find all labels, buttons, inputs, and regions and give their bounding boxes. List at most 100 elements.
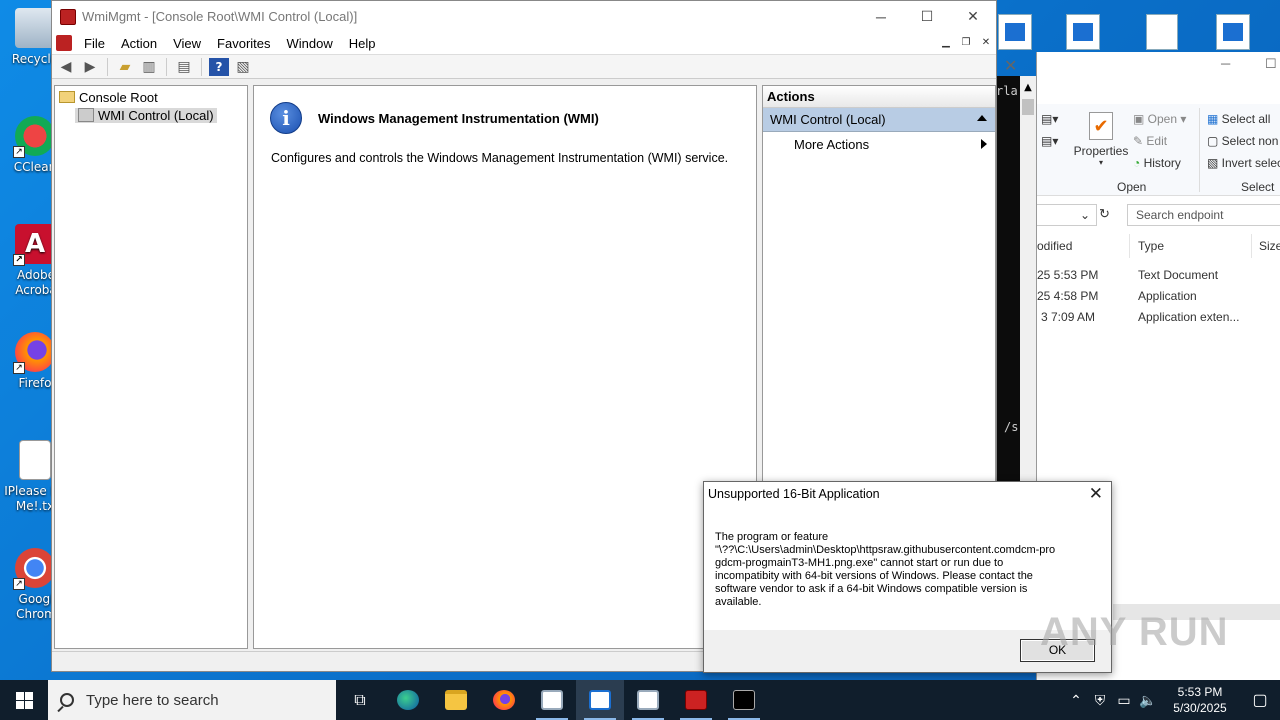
invert-selection-button[interactable]: ▧ Invert selec: [1207, 156, 1280, 170]
file-type: Text Document: [1138, 268, 1219, 282]
text-file-icon: [19, 440, 51, 480]
blank-document-icon[interactable]: [1146, 14, 1178, 50]
export-list-icon[interactable]: ▤: [174, 58, 194, 76]
mmc-system-menu-icon[interactable]: [56, 35, 72, 51]
taskbar-window-app[interactable]: [624, 680, 672, 720]
mmc-app-icon: [685, 690, 707, 710]
close-icon[interactable]: ✕: [1089, 484, 1103, 504]
file-date: 25 4:58 PM: [1037, 289, 1099, 303]
select-all-icon: ▦: [1207, 112, 1222, 126]
firefox-icon: ↗: [13, 332, 55, 374]
show-action-pane-icon[interactable]: ▧: [233, 58, 253, 76]
network-icon[interactable]: ▭: [1112, 692, 1136, 709]
tree-node-console-root[interactable]: Console Root: [55, 88, 247, 106]
column-header-type[interactable]: Type: [1138, 239, 1164, 253]
column-header-size[interactable]: Size: [1259, 239, 1280, 253]
menu-window[interactable]: Window: [279, 36, 341, 51]
scroll-up-icon: ▲: [1024, 82, 1032, 93]
task-view-button[interactable]: ⧉: [336, 680, 384, 720]
notification-icon[interactable]: ▢: [1240, 690, 1280, 710]
minimize-icon[interactable]: ─: [1221, 56, 1230, 71]
file-row[interactable]: 3 7:09 AM Application exten...: [1037, 310, 1280, 330]
taskbar-window-app-active[interactable]: [576, 680, 624, 720]
taskbar-mmc[interactable]: [672, 680, 720, 720]
close-button[interactable]: ✕: [950, 1, 996, 32]
page-description: Configures and controls the Windows Mana…: [271, 151, 729, 165]
desktop-icon-label: Firefo: [18, 376, 52, 390]
console-text: /s: [1004, 420, 1019, 434]
tree-node-wmi-control[interactable]: WMI Control (Local): [55, 106, 247, 124]
forward-arrow-icon[interactable]: ▶: [80, 58, 100, 76]
scroll-thumb[interactable]: [1022, 99, 1034, 115]
pin-icon[interactable]: ▤▾: [1041, 112, 1058, 126]
taskbar-firefox[interactable]: [480, 680, 528, 720]
help-icon[interactable]: ?: [209, 57, 229, 76]
window-app-icon: [589, 690, 611, 710]
select-all-button[interactable]: ▦ Select all: [1207, 112, 1270, 126]
console-scrollbar[interactable]: ▲: [1020, 76, 1036, 486]
file-row[interactable]: 25 4:58 PM Application: [1037, 289, 1280, 309]
file-row[interactable]: 25 5:53 PM Text Document: [1037, 268, 1280, 288]
refresh-icon[interactable]: ↻: [1099, 206, 1110, 222]
close-icon[interactable]: ✕: [1004, 56, 1017, 75]
volume-icon[interactable]: 🔈: [1136, 692, 1160, 709]
search-icon: [60, 693, 74, 707]
taskbar-search-input[interactable]: Type here to search: [48, 680, 336, 720]
search-input[interactable]: Search endpoint: [1127, 204, 1280, 226]
message-line: software vendor to ask if a 64-bit Windo…: [715, 583, 1028, 595]
maximize-icon[interactable]: ☐: [1265, 56, 1277, 72]
address-bar[interactable]: ⌄: [1037, 204, 1097, 226]
properties-button[interactable]: ✔ Properties ▾: [1073, 112, 1129, 167]
window-thumbnail-icon[interactable]: [1216, 14, 1250, 50]
mmc-app-icon: [60, 8, 76, 25]
chevron-up-icon[interactable]: ⌃: [1064, 692, 1088, 709]
minimize-button[interactable]: ─: [858, 1, 904, 32]
clock[interactable]: 5:53 PM 5/30/2025: [1160, 684, 1240, 716]
invert-selection-icon: ▧: [1207, 156, 1222, 170]
properties-icon: ✔: [1089, 112, 1113, 140]
result-pane: i Windows Management Instrumentation (WM…: [253, 85, 757, 649]
collapse-arrow-icon: [977, 115, 987, 121]
command-prompt-window: rla /s: [996, 76, 1020, 486]
back-arrow-icon[interactable]: ◀: [56, 58, 76, 76]
menu-action[interactable]: Action: [113, 36, 165, 51]
clock-date: 5/30/2025: [1173, 701, 1227, 715]
window-title: WmiMgmt - [Console Root\WMI Control (Loc…: [82, 9, 358, 24]
taskbar-file-explorer[interactable]: [432, 680, 480, 720]
taskbar-window-app[interactable]: [528, 680, 576, 720]
menu-favorites[interactable]: Favorites: [209, 36, 278, 51]
menu-file[interactable]: File: [76, 36, 113, 51]
chrome-icon: ↗: [13, 548, 55, 590]
ccleaner-icon: ↗: [13, 116, 55, 158]
show-hide-tree-icon[interactable]: ▥: [139, 58, 159, 76]
open-group-label: Open: [1117, 180, 1147, 194]
firefox-icon: [493, 690, 515, 710]
window-thumbnail-icon[interactable]: [998, 14, 1032, 50]
window-thumbnail-icon[interactable]: [1066, 14, 1100, 50]
security-icon[interactable]: ⛨: [1088, 692, 1112, 709]
edit-button[interactable]: ✎ Edit: [1133, 134, 1167, 148]
taskbar-edge[interactable]: [384, 680, 432, 720]
maximize-button[interactable]: ☐: [904, 1, 950, 32]
actions-group-wmi-control[interactable]: WMI Control (Local): [763, 108, 995, 132]
start-button[interactable]: [0, 680, 48, 720]
up-folder-icon[interactable]: ▰: [115, 58, 135, 76]
mdi-close-icon[interactable]: ✕: [978, 35, 994, 51]
tree-node-label: Console Root: [79, 89, 158, 105]
taskbar-command-prompt[interactable]: [720, 680, 768, 720]
select-none-button[interactable]: ▢ Select non: [1207, 134, 1278, 148]
history-label: History: [1143, 156, 1181, 170]
title-bar[interactable]: WmiMgmt - [Console Root\WMI Control (Loc…: [52, 1, 996, 32]
menu-view[interactable]: View: [165, 36, 209, 51]
copy-path-icon[interactable]: ▤▾: [1041, 134, 1058, 148]
column-header-modified[interactable]: odified: [1037, 239, 1072, 253]
clock-time: 5:53 PM: [1177, 685, 1223, 699]
edge-icon: [397, 690, 419, 710]
open-button[interactable]: ▣ Open ▾: [1133, 112, 1186, 126]
more-actions-item[interactable]: More Actions: [763, 132, 995, 156]
menu-help[interactable]: Help: [341, 36, 384, 51]
desktop-icon-label: CClean: [13, 160, 57, 174]
mdi-minimize-icon[interactable]: ▁: [938, 35, 954, 51]
mdi-restore-icon[interactable]: ❐: [958, 35, 974, 51]
history-button[interactable]: ◔ History: [1133, 156, 1181, 170]
